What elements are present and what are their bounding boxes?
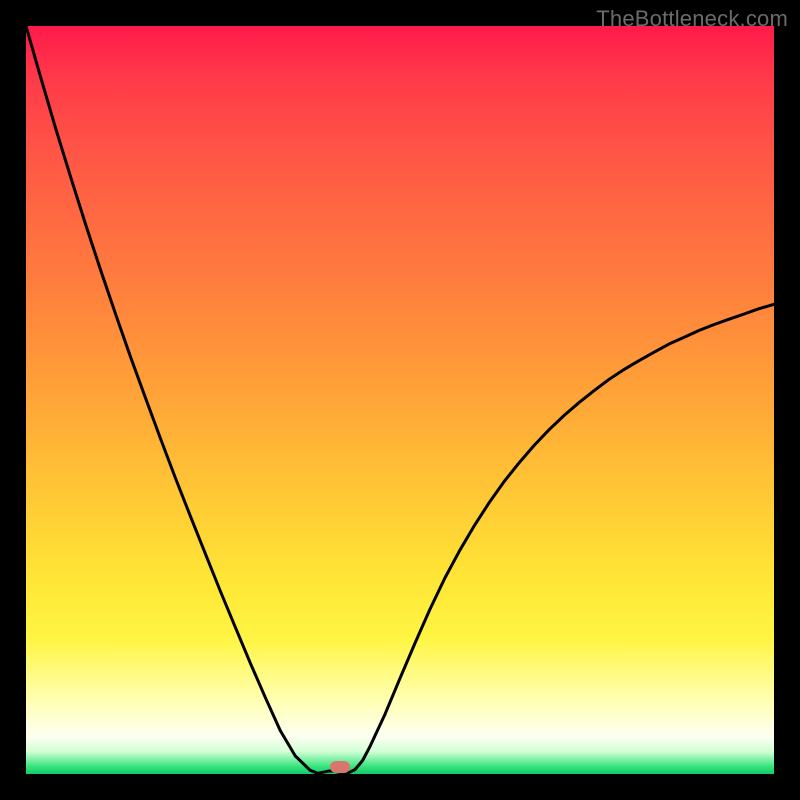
optimum-marker	[330, 761, 350, 773]
chart-frame: TheBottleneck.com	[0, 0, 800, 800]
bottleneck-curve	[26, 26, 774, 774]
plot-area	[26, 26, 774, 774]
watermark-text: TheBottleneck.com	[596, 6, 788, 32]
